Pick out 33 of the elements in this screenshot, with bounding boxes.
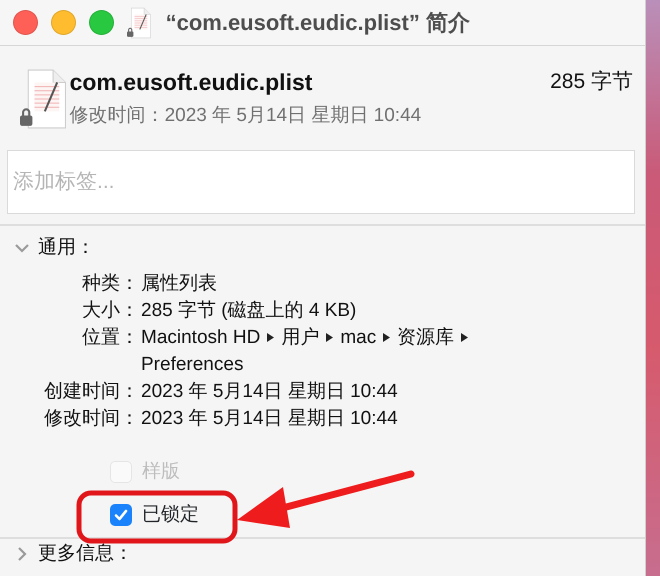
file-name: com.eusoft.eudic.plist xyxy=(70,68,314,96)
document-icon xyxy=(127,6,153,38)
field-label: 种类： xyxy=(81,272,139,296)
field-label: 创建时间： xyxy=(43,380,139,404)
path-segment[interactable]: 用户 xyxy=(281,324,320,351)
modified-date: 修改时间：2023 年 5月14日 星期日 10:44 xyxy=(70,104,422,128)
field-label: 大小： xyxy=(81,299,139,323)
path-segment[interactable]: Macintosh HD xyxy=(141,324,260,351)
checkmark-icon xyxy=(113,506,129,523)
field-value: 2023 年 5月14日 星期日 10:44 xyxy=(140,380,399,404)
path-separator-icon xyxy=(326,333,334,342)
field-label: 位置： xyxy=(81,326,139,350)
file-size: 285 字节 xyxy=(550,69,633,95)
field-value: 285 字节 (磁盘上的 4 KB) xyxy=(140,299,358,323)
path-segment[interactable]: mac xyxy=(340,324,376,351)
close-button[interactable] xyxy=(13,10,38,35)
path-segment[interactable]: 资源库 xyxy=(397,324,454,351)
field-value: 属性列表 xyxy=(140,272,218,296)
minimize-button[interactable] xyxy=(51,10,76,35)
checkbox-label: 样版 xyxy=(142,460,180,484)
path-segment[interactable]: Preferences xyxy=(141,351,244,378)
path-separator-icon xyxy=(267,333,274,342)
section-title: 通用： xyxy=(38,236,95,260)
path-separator-icon xyxy=(383,333,390,342)
tags-field[interactable]: 添加标签... xyxy=(7,150,635,214)
zoom-button[interactable] xyxy=(89,10,114,35)
checkbox-label: 已锁定 xyxy=(142,502,199,526)
window-title: “com.eusoft.eudic.plist” 简介 xyxy=(166,9,470,37)
path-separator-icon xyxy=(461,333,468,342)
section-title: 更多信息： xyxy=(38,542,133,566)
field-label: 修改时间： xyxy=(43,407,139,431)
checkbox[interactable] xyxy=(110,504,132,526)
field-value: 2023 年 5月14日 星期日 10:44 xyxy=(140,407,399,431)
